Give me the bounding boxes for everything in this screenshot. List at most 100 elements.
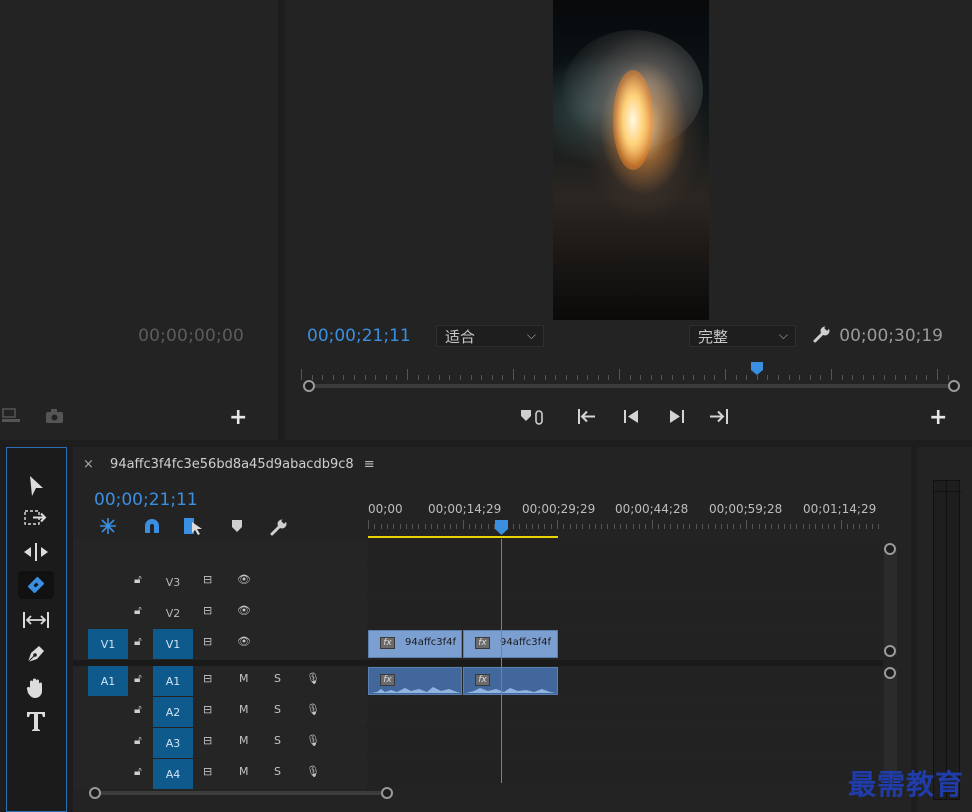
mute-button[interactable]: M: [239, 765, 249, 778]
source-timecode[interactable]: 00;00;00;00: [138, 326, 244, 346]
eye-icon[interactable]: 👁︎: [237, 573, 251, 586]
ruler-tick: [853, 524, 855, 529]
solo-button[interactable]: S: [274, 703, 281, 716]
audio-clip[interactable]: fx: [463, 667, 558, 695]
timeline-settings-wrench-icon[interactable]: [269, 517, 289, 537]
sync-lock-icon[interactable]: ⊟: [203, 703, 212, 716]
audio-clip[interactable]: fx: [368, 667, 462, 695]
timeline-playhead-handle[interactable]: [494, 520, 509, 536]
timeline-time-ruler[interactable]: 00;00 00;00;14;29 00;00;29;29 00;00;44;2…: [368, 495, 888, 539]
mute-button[interactable]: M: [239, 672, 249, 685]
go-to-in-point-icon[interactable]: [577, 408, 599, 426]
track-label-v2[interactable]: V2: [153, 598, 193, 628]
track-area-v1[interactable]: fx 94affc3f4f fx 94affc3f4f: [368, 629, 883, 659]
program-playhead-marker[interactable]: [750, 362, 764, 376]
program-add-button-icon[interactable]: +: [929, 405, 947, 430]
track-area-a4[interactable]: [368, 759, 883, 789]
hand-tool[interactable]: [18, 674, 54, 702]
ripple-edit-tool[interactable]: [18, 538, 54, 566]
track-area-v2[interactable]: [368, 598, 883, 628]
track-label-v1[interactable]: V1: [153, 629, 193, 659]
audio-meter: [933, 480, 961, 801]
scroll-handle-right[interactable]: [948, 380, 960, 392]
solo-button[interactable]: S: [274, 672, 281, 685]
program-zoom-scrollbar[interactable]: [303, 379, 960, 393]
work-area-bar[interactable]: [368, 536, 558, 538]
solo-button[interactable]: S: [274, 765, 281, 778]
video-clip[interactable]: fx 94affc3f4f: [368, 630, 462, 658]
track-area-a3[interactable]: [368, 728, 883, 758]
step-forward-icon[interactable]: [668, 409, 686, 425]
timeline-playhead-line[interactable]: [501, 539, 502, 783]
sequence-tab[interactable]: × 94affc3f4fc3e56bd8a45d9abacdb9c8 ≡: [83, 457, 375, 472]
track-label-a2[interactable]: A2: [153, 697, 193, 727]
lock-icon[interactable]: 🔓︎: [134, 634, 142, 649]
export-frame-icon[interactable]: [2, 408, 22, 424]
ruler-tick: [368, 520, 369, 529]
microphone-icon[interactable]: 🎙︎: [306, 734, 320, 747]
scroll-handle-bottom[interactable]: [884, 645, 896, 657]
source-patch-a1[interactable]: A1: [88, 666, 128, 696]
program-playhead-timecode[interactable]: 00;00;21;11: [307, 326, 411, 346]
video-clip[interactable]: fx 94affc3f4f: [463, 630, 558, 658]
microphone-icon[interactable]: 🎙︎: [306, 703, 320, 716]
nest-sequence-icon[interactable]: [98, 517, 118, 535]
solo-button[interactable]: S: [274, 734, 281, 747]
linked-selection-icon[interactable]: [183, 517, 203, 535]
track-label-a1[interactable]: A1: [153, 666, 193, 696]
sync-lock-icon[interactable]: ⊟: [203, 734, 212, 747]
step-back-icon[interactable]: [623, 409, 641, 425]
timeline-horizontal-scrollbar[interactable]: [89, 786, 393, 800]
lock-icon[interactable]: 🔓︎: [134, 702, 142, 717]
eye-icon[interactable]: 👁︎: [237, 635, 251, 648]
mute-button[interactable]: M: [239, 703, 249, 716]
microphone-icon[interactable]: 🎙︎: [306, 765, 320, 778]
selection-tool[interactable]: [18, 472, 54, 500]
go-to-out-point-icon[interactable]: [708, 408, 730, 426]
sync-lock-icon[interactable]: ⊟: [203, 635, 212, 648]
lock-icon[interactable]: 🔓︎: [134, 733, 142, 748]
razor-tool[interactable]: [18, 571, 54, 599]
camera-icon[interactable]: [45, 408, 65, 424]
lock-icon[interactable]: 🔓︎: [134, 572, 142, 587]
video-vertical-scrollbar[interactable]: [884, 543, 897, 657]
lock-icon[interactable]: 🔓︎: [134, 764, 142, 779]
eye-icon[interactable]: 👁︎: [237, 604, 251, 617]
microphone-icon[interactable]: 🎙︎: [306, 672, 320, 685]
add-marker-icon[interactable]: [230, 519, 244, 533]
close-icon[interactable]: ×: [83, 457, 94, 472]
zoom-level-dropdown[interactable]: 适合 ⌵: [436, 325, 544, 347]
track-area-a1[interactable]: fx fx: [368, 666, 883, 696]
scroll-handle-top[interactable]: [884, 667, 896, 679]
track-select-forward-tool[interactable]: [18, 504, 54, 532]
pen-tool[interactable]: [18, 640, 54, 668]
track-label-a3[interactable]: A3: [153, 728, 193, 758]
sync-lock-icon[interactable]: ⊟: [203, 573, 212, 586]
snap-magnet-icon[interactable]: [143, 517, 161, 535]
scroll-handle-top[interactable]: [884, 543, 896, 555]
track-label-v3[interactable]: V3: [153, 567, 193, 597]
scroll-handle-right[interactable]: [381, 787, 393, 799]
track-area-a2[interactable]: [368, 697, 883, 727]
sync-lock-icon[interactable]: ⊟: [203, 672, 212, 685]
mute-button[interactable]: M: [239, 734, 249, 747]
lock-icon[interactable]: 🔓︎: [134, 603, 142, 618]
source-patch-v1[interactable]: V1: [88, 629, 128, 659]
wrench-icon[interactable]: [812, 324, 832, 344]
playback-quality-dropdown[interactable]: 完整 ⌵: [689, 325, 796, 347]
panel-menu-icon[interactable]: ≡: [364, 457, 375, 472]
add-marker-lift-icon[interactable]: [519, 407, 553, 427]
type-tool[interactable]: [18, 707, 54, 735]
program-video-frame[interactable]: [553, 0, 709, 320]
lock-icon[interactable]: 🔓︎: [134, 671, 142, 686]
source-add-button-icon[interactable]: +: [229, 405, 247, 430]
sync-lock-icon[interactable]: ⊟: [203, 765, 212, 778]
scroll-handle-left[interactable]: [89, 787, 101, 799]
timeline-playhead-timecode[interactable]: 00;00;21;11: [94, 490, 198, 510]
sync-lock-icon[interactable]: ⊟: [203, 604, 212, 617]
track-area-v3[interactable]: [368, 567, 883, 597]
slip-tool[interactable]: [18, 606, 54, 634]
track-label-a4[interactable]: A4: [153, 759, 193, 789]
program-time-ruler[interactable]: [301, 362, 956, 380]
scroll-handle-left[interactable]: [303, 380, 315, 392]
